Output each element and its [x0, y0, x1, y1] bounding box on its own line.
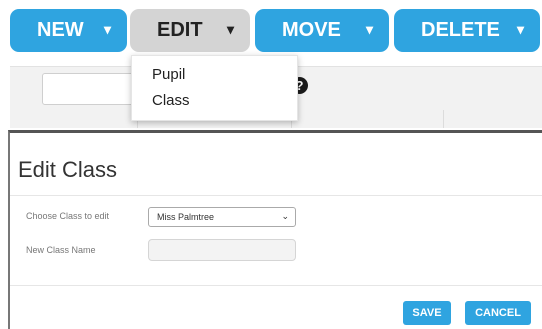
chevron-down-icon: ▾ [226, 21, 234, 37]
move-button[interactable]: MOVE ▾ [255, 9, 389, 52]
edit-button[interactable]: EDIT ▾ [130, 9, 250, 52]
class-select-value: Miss Palmtree [157, 212, 215, 222]
divider [10, 195, 542, 196]
new-class-name-input[interactable] [148, 239, 296, 261]
new-class-name-label: New Class Name [26, 245, 96, 255]
menu-item-class[interactable]: Class [152, 92, 190, 109]
delete-button-label: DELETE [421, 19, 500, 41]
divider [10, 285, 542, 286]
toolbar: NEW ▾ EDIT ▾ MOVE ▾ DELETE ▾ [0, 0, 542, 56]
cancel-button[interactable]: CANCEL [465, 301, 531, 325]
edit-button-label: EDIT [157, 19, 203, 41]
new-button-label: NEW [37, 19, 84, 41]
chevron-down-icon: ▾ [516, 21, 524, 37]
background-input[interactable] [42, 73, 142, 105]
dialog-title: Edit Class [18, 157, 118, 182]
chevron-down-icon: ▾ [365, 21, 373, 37]
move-button-label: MOVE [282, 19, 341, 41]
menu-item-pupil[interactable]: Pupil [152, 66, 185, 83]
class-select[interactable]: Miss Palmtree ⌄ [148, 207, 296, 227]
chevron-down-icon: ⌄ [281, 211, 289, 221]
choose-class-label: Choose Class to edit [26, 211, 110, 221]
edit-dropdown-menu: Pupil Class [131, 55, 298, 121]
edit-class-dialog: Edit Class Choose Class to edit Miss Pal… [8, 130, 542, 329]
chevron-down-icon: ▾ [103, 21, 111, 37]
save-button[interactable]: SAVE [403, 301, 451, 325]
column-divider [443, 110, 444, 128]
delete-button[interactable]: DELETE ▾ [394, 9, 540, 52]
new-button[interactable]: NEW ▾ [10, 9, 127, 52]
